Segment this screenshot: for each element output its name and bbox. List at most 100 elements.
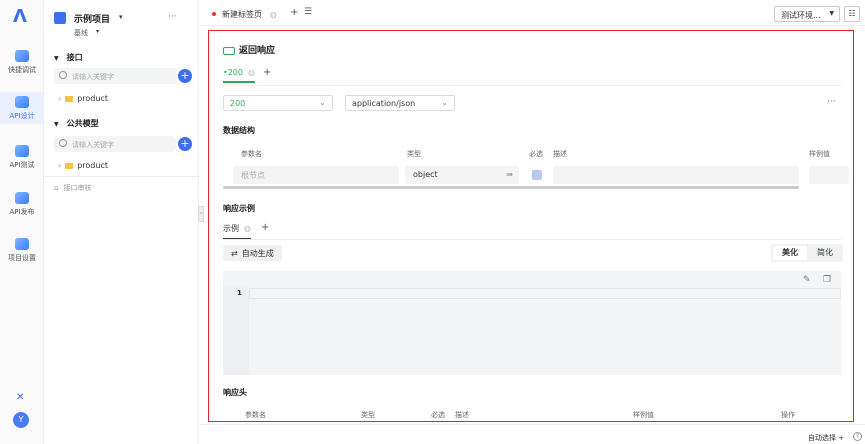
help-icon[interactable]: ? [853,432,862,441]
required-checkbox[interactable] [532,170,542,180]
tab-list-icon[interactable]: ☰ [304,7,312,17]
section-title: 公共模型 [66,119,99,128]
rail-item-api-design[interactable]: API设计 [0,92,44,124]
collapse-handle[interactable]: ‹ [198,206,204,222]
edit-icon[interactable]: ✎ [803,275,811,285]
example-title: 响应示例 [223,204,255,213]
header-column-actions: 操作 [781,411,795,419]
line-number: 1 [237,289,242,297]
branch-select[interactable]: 基线 [74,28,88,38]
section-interfaces[interactable]: ▼ 接口 [54,52,83,63]
type-edit-icon[interactable]: ⇛ [506,170,513,179]
more-options-button[interactable]: ··· [827,97,836,107]
environment-select[interactable]: 测试环境... ▼ [774,6,840,22]
chevron-down-icon: ⌄ [441,98,448,107]
add-model-button[interactable]: + [178,137,192,151]
line-gutter [223,287,249,375]
content-type-select[interactable]: application/json ⌄ [345,95,455,111]
publish-icon [15,192,29,204]
chevron-right-icon: › [58,94,62,103]
column-type: 类型 [407,150,421,158]
divider [223,239,841,240]
chevron-down-icon: ⌄ [319,98,326,107]
tree-item-product[interactable]: › product [58,161,108,170]
active-line [249,288,841,299]
model-search-input[interactable]: 请输入关键字 [54,136,176,152]
auto-generate-button[interactable]: ⇄ 自动生成 [223,245,282,261]
example-input[interactable] [809,166,849,184]
response-headers-title: 响应头 [223,388,247,397]
search-placeholder: 请输入关键字 [72,73,114,81]
interface-search-input[interactable]: 请输入关键字 [54,68,176,84]
test-icon [15,145,29,157]
panel-title: 返回响应 [223,43,275,56]
example-tab-label: 示例 [223,224,239,233]
column-description: 描述 [553,150,567,158]
auto-generate-label: 自动生成 [241,249,274,258]
close-icon[interactable]: ◍ [244,224,251,233]
review-icon: ⌂ [54,184,59,192]
tools-icon[interactable]: ✕ [16,392,24,403]
rail-item-api-publish[interactable]: API发布 [0,192,44,217]
auto-select-label: 自动选择 [808,434,836,442]
root-node-type-select[interactable]: object ⇛ [405,166,519,184]
add-status-button[interactable]: + [263,67,271,78]
divider [44,176,199,177]
response-icon [223,46,235,55]
copy-icon[interactable]: ❐ [823,275,831,285]
example-editor[interactable]: ✎ ❐ 1 [223,271,841,375]
settings-icon [15,238,29,250]
close-icon[interactable]: ◍ [248,68,255,77]
status-tab-200[interactable]: •200 ◍ [223,68,255,83]
close-icon[interactable]: ◍ [270,10,277,19]
tree-item-product[interactable]: › product [58,94,108,103]
refresh-icon: ⇄ [231,249,238,258]
section-public-models[interactable]: ▼ 公共模型 [54,118,99,129]
more-menu-button[interactable]: ··· [168,12,177,22]
project-name[interactable]: 示例项目 [74,12,110,25]
simplify-button[interactable]: 简化 [809,246,841,260]
rail-item-quick-debug[interactable]: 快捷调试 [0,50,44,75]
auto-select-button[interactable]: 自动选择 + [808,433,844,443]
header-column-example: 样例值 [633,411,654,419]
response-panel: 返回响应 •200 ◍ + 200 ⌄ application/json ⌄ ··· … [208,30,854,422]
search-placeholder: 请输入关键字 [72,141,114,149]
divider [223,85,841,86]
add-interface-button[interactable]: + [178,69,192,83]
env-settings-icon[interactable]: ☷ [844,6,860,22]
rail-label: API发布 [9,208,35,216]
env-label: 测试环境... [781,11,821,20]
status-code-select[interactable]: 200 ⌄ [223,95,333,111]
chevron-down-icon[interactable]: ▾ [119,13,123,21]
app-logo: Λ [13,6,27,27]
schema-title: 数据结构 [223,126,255,135]
tab-new[interactable]: 新建标签页 ◍ [204,4,282,22]
sidebar: 示例项目 ▾ 基线 ▾ ··· ▼ 接口 请输入关键字 + › product ▼ 公… [44,0,204,444]
project-icon [54,12,66,24]
left-rail: Λ 快捷调试 API设计 API测试 API发布 项目设置 ✕ Y [0,0,44,444]
bolt-icon [15,50,29,62]
column-example: 样例值 [809,150,830,158]
rail-label: 项目设置 [8,254,36,262]
search-icon [59,71,67,79]
chevron-down-icon: ▼ [829,10,834,17]
search-icon [59,139,67,147]
folder-icon [65,95,74,102]
beautify-button[interactable]: 美化 [773,246,807,260]
rail-item-project-settings[interactable]: 项目设置 [0,238,44,263]
status-code-value: 200 [230,99,246,108]
rail-item-api-test[interactable]: API测试 [0,145,44,170]
add-example-button[interactable]: + [261,222,269,233]
column-param-name: 参数名 [241,150,262,158]
example-tab[interactable]: 示例 ◍ [223,223,251,240]
horizontal-scrollbar[interactable] [223,186,799,189]
avatar[interactable]: Y [13,412,29,428]
add-tab-button[interactable]: + [290,7,298,18]
review-label: 接口审核 [63,184,92,192]
description-input[interactable] [553,166,799,184]
interface-review-item[interactable]: ⌂ 接口审核 [54,183,91,193]
panel-title-text: 返回响应 [239,46,276,56]
folder-icon [65,162,74,169]
root-node-name-input[interactable]: 根节点 [233,166,399,184]
plus-icon: + [838,434,845,442]
